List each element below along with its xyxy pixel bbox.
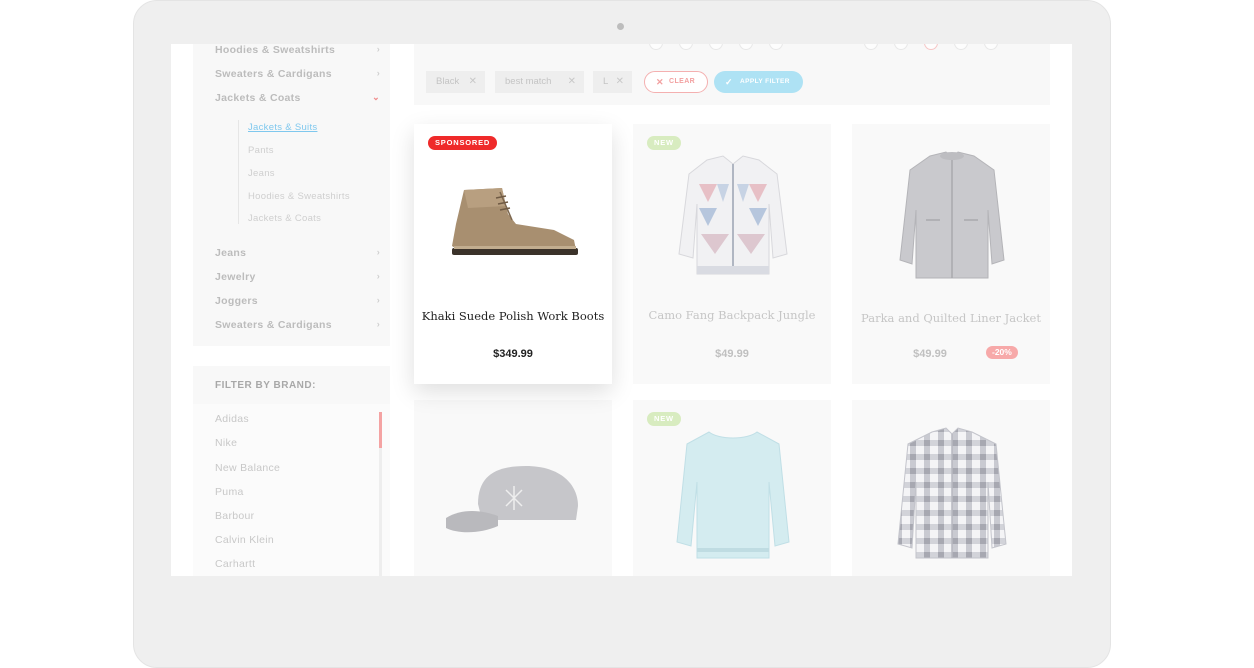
color-swatch[interactable] <box>954 44 968 50</box>
product-name[interactable]: Camo Fang Backpack Jungle <box>633 309 831 322</box>
category-label: Jewelry <box>215 271 256 283</box>
category-label: Joggers <box>215 295 258 307</box>
chevron-right-icon: › <box>376 68 380 78</box>
chevron-right-icon: › <box>376 319 380 329</box>
brand-filter-heading: FILTER BY BRAND: <box>215 380 316 391</box>
brand-item[interactable]: Puma <box>215 486 244 498</box>
category-panel: Hoodies & Sweatshirts › Sweaters & Cardi… <box>193 44 390 346</box>
brand-scroll-thumb[interactable] <box>379 412 382 448</box>
color-options <box>864 44 998 50</box>
filter-chip[interactable]: L ✕ <box>593 71 632 93</box>
product-name[interactable]: Khaki Suede Polish Work Boots <box>414 310 612 323</box>
category-item[interactable]: Jeans › <box>215 247 380 259</box>
chevron-right-icon: › <box>376 247 380 257</box>
brand-list: Adidas Nike New Balance Puma Barbour Cal… <box>193 404 390 576</box>
size-option[interactable] <box>709 44 723 50</box>
new-badge: NEW <box>647 412 681 426</box>
discount-badge: -20% <box>986 346 1018 359</box>
color-swatch[interactable] <box>984 44 998 50</box>
product-card[interactable] <box>414 400 612 576</box>
size-option[interactable] <box>679 44 693 50</box>
product-card[interactable] <box>852 400 1050 576</box>
category-label: Hoodies & Sweatshirts <box>215 44 336 56</box>
sweater-image <box>676 431 790 559</box>
category-label: Sweaters & Cardigans <box>215 319 332 331</box>
subcategory-item[interactable]: Pants <box>248 145 274 156</box>
filter-bar: Black ✕ best match ✕ L ✕ ✕ CLEAR ✓ APPLY… <box>414 44 1050 105</box>
brand-filter-panel: FILTER BY BRAND: Adidas Nike New Balance… <box>193 366 390 576</box>
color-swatch[interactable] <box>894 44 908 50</box>
color-swatch-selected[interactable] <box>924 44 938 50</box>
size-option[interactable] <box>769 44 783 50</box>
screen: Hoodies & Sweatshirts › Sweaters & Cardi… <box>171 44 1072 576</box>
brand-item[interactable]: Nike <box>215 437 237 449</box>
brand-item[interactable]: Carhartt <box>215 558 255 570</box>
product-card[interactable]: Parka and Quilted Liner Jacket $49.99 -2… <box>852 124 1050 384</box>
category-label: Sweaters & Cardigans <box>215 68 332 80</box>
brand-item[interactable]: Calvin Klein <box>215 534 274 546</box>
boot-image <box>452 188 578 255</box>
chevron-down-icon: ⌄ <box>372 92 380 102</box>
product-card-featured[interactable]: SPONSORED Khaki Suede Polish Work Boots … <box>414 124 612 384</box>
color-swatch[interactable] <box>864 44 878 50</box>
close-icon[interactable]: ✕ <box>469 71 477 93</box>
parka-image <box>899 151 1005 279</box>
filter-chip[interactable]: best match ✕ <box>495 71 584 93</box>
close-icon: ✕ <box>656 77 664 87</box>
size-option[interactable] <box>649 44 663 50</box>
close-icon[interactable]: ✕ <box>568 71 576 93</box>
size-options <box>649 44 783 50</box>
check-icon: ✓ <box>725 77 733 87</box>
cap-image <box>446 466 578 533</box>
filter-chip-label: best match <box>505 76 552 87</box>
product-card[interactable]: NEW Camo Fang Backpack Jungle $49.99 <box>633 124 831 384</box>
product-name[interactable]: Parka and Quilted Liner Jacket <box>852 312 1050 325</box>
category-item[interactable]: Joggers › <box>215 295 380 307</box>
apply-filter-button[interactable]: ✓ APPLY FILTER <box>714 71 803 93</box>
category-item[interactable]: Sweaters & Cardigans › <box>215 68 380 80</box>
subcategory-item[interactable]: Jeans <box>248 168 275 179</box>
subcategory-item[interactable]: Hoodies & Sweatshirts <box>248 191 350 202</box>
plaid-shirt-image <box>897 427 1007 559</box>
category-item[interactable]: Hoodies & Sweatshirts › <box>215 44 380 56</box>
product-price: $49.99 <box>715 348 749 360</box>
category-item[interactable]: Sweaters & Cardigans › <box>215 319 380 331</box>
webcam <box>617 23 624 30</box>
subcategory-tree-line <box>238 120 239 224</box>
apply-filter-label: APPLY FILTER <box>740 78 790 85</box>
sponsored-badge: SPONSORED <box>428 136 498 150</box>
chevron-right-icon: › <box>376 295 380 305</box>
close-icon[interactable]: ✕ <box>616 71 624 93</box>
clear-button[interactable]: ✕ CLEAR <box>644 71 708 93</box>
product-price: $349.99 <box>493 348 533 360</box>
new-badge: NEW <box>647 136 681 150</box>
filter-chip-label: L <box>603 76 609 87</box>
cardigan-image <box>678 155 788 275</box>
clear-button-label: CLEAR <box>669 78 696 85</box>
chevron-right-icon: › <box>376 271 380 281</box>
brand-item[interactable]: Barbour <box>215 510 254 522</box>
filter-chip-label: Black <box>436 76 460 87</box>
product-card[interactable]: NEW <box>633 400 831 576</box>
brand-item[interactable]: Adidas <box>215 413 249 425</box>
category-item-expanded[interactable]: Jackets & Coats ⌄ <box>215 92 380 104</box>
filter-chip[interactable]: Black ✕ <box>426 71 485 93</box>
chevron-right-icon: › <box>376 44 380 54</box>
category-item[interactable]: Jewelry › <box>215 271 380 283</box>
subcategory-item-active[interactable]: Jackets & Suits <box>248 122 317 133</box>
category-label: Jeans <box>215 247 247 259</box>
size-option[interactable] <box>739 44 753 50</box>
category-label: Jackets & Coats <box>215 92 301 104</box>
brand-item[interactable]: New Balance <box>215 462 280 474</box>
subcategory-item[interactable]: Jackets & Coats <box>248 213 321 224</box>
